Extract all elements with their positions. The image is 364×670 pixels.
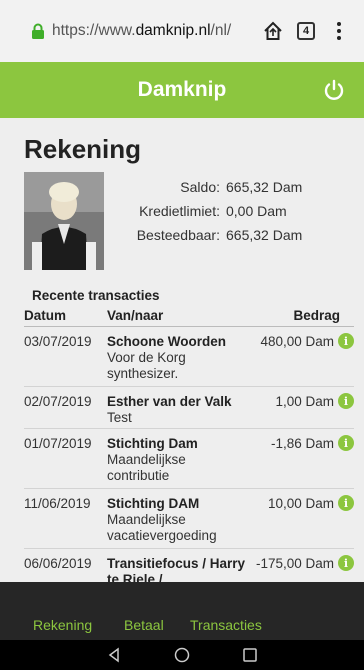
url-text: https://www.damknip.nl/nl/ (52, 22, 252, 40)
transaction-name: Esther van der Valk (107, 394, 232, 409)
transaction-name: Schoone Woorden (107, 334, 227, 349)
home-button[interactable] (262, 15, 285, 47)
home-icon (264, 21, 283, 40)
transaction-description: Test (107, 410, 132, 425)
tabs-button[interactable]: 4 (295, 15, 318, 47)
transaction-party: Transitiefocus / Harry te Riele / (107, 556, 247, 582)
transaction-date: 06/06/2019 (24, 556, 92, 571)
section-title: Recente transacties (32, 288, 160, 303)
info-icon[interactable]: i (338, 333, 354, 349)
tabs-icon: 4 (297, 22, 315, 40)
table-row[interactable]: 02/07/2019 Esther van der Valk Test 1,00… (24, 387, 354, 429)
lock-icon (32, 23, 44, 39)
bottom-navigation: Rekening Betaal Transacties (0, 582, 364, 640)
more-icon (336, 22, 341, 40)
column-amount: Bedrag (293, 308, 340, 323)
besteedbaar-label: Besteedbaar: (136, 227, 220, 243)
nav-rekening[interactable]: Rekening (33, 617, 92, 633)
transaction-party: Stichting Dam Maandelijkse contributie (107, 436, 247, 484)
recents-icon[interactable] (242, 647, 258, 663)
page-title: Rekening (24, 134, 142, 164)
transaction-description: Maandelijkse contributie (107, 452, 186, 483)
transaction-name: Stichting DAM (107, 496, 200, 511)
saldo-value: 665,32 Dam (226, 179, 303, 195)
transaction-description: Voor de Korg synthesizer. (107, 350, 186, 381)
app-header: Damknip (0, 62, 364, 118)
kredietlimiet-value: 0,00 Dam (226, 203, 287, 219)
table-row[interactable]: 06/06/2019 Transitiefocus / Harry te Rie… (24, 549, 354, 582)
column-party: Van/naar (107, 308, 164, 323)
transaction-party: Esther van der Valk Test (107, 394, 247, 426)
power-icon[interactable] (320, 76, 348, 104)
transaction-name: Transitiefocus / Harry te Riele / (107, 556, 246, 582)
table-row[interactable]: 03/07/2019 Schoone Woorden Voor de Korg … (24, 327, 354, 387)
back-icon[interactable] (106, 647, 122, 663)
url-prefix: https://www. (52, 22, 136, 39)
table-row[interactable]: 11/06/2019 Stichting DAM Maandelijkse va… (24, 489, 354, 549)
transaction-amount: 480,00 Dam (260, 334, 334, 349)
main-content[interactable]: Rekening Saldo: 665,32 Dam Kredietlimiet… (0, 118, 364, 582)
transaction-date: 03/07/2019 (24, 334, 92, 349)
transaction-party: Schoone Woorden Voor de Korg synthesizer… (107, 334, 247, 382)
besteedbaar-value: 665,32 Dam (226, 227, 303, 243)
address-bar[interactable]: https://www.damknip.nl/nl/ (30, 22, 252, 40)
url-path: /nl/ (210, 22, 232, 39)
app-title: Damknip (137, 78, 227, 101)
table-row[interactable]: 01/07/2019 Stichting Dam Maandelijkse co… (24, 429, 354, 489)
nav-transacties[interactable]: Transacties (190, 617, 262, 633)
url-domain: damknip.nl (135, 22, 211, 39)
transaction-date: 11/06/2019 (24, 496, 91, 511)
info-icon[interactable]: i (338, 393, 354, 409)
transaction-amount: 1,00 Dam (275, 394, 334, 409)
home-circle-icon[interactable] (174, 647, 190, 663)
transaction-date: 01/07/2019 (24, 436, 92, 451)
saldo-label: Saldo: (180, 179, 220, 195)
table-header: Datum Van/naar Bedrag (24, 308, 354, 326)
info-icon[interactable]: i (338, 495, 354, 511)
browser-toolbar: https://www.damknip.nl/nl/ 4 (0, 0, 364, 62)
info-icon[interactable]: i (338, 435, 354, 451)
transaction-description: Maandelijkse vacatievergoeding (107, 512, 217, 543)
nav-betaal[interactable]: Betaal (124, 617, 164, 633)
transaction-amount: -1,86 Dam (270, 436, 334, 451)
system-navigation (0, 640, 364, 670)
transaction-amount: -175,00 Dam (255, 556, 334, 571)
avatar (24, 172, 104, 270)
column-date: Datum (24, 308, 67, 323)
info-icon[interactable]: i (338, 555, 354, 571)
transaction-party: Stichting DAM Maandelijkse vacatievergoe… (107, 496, 247, 544)
transaction-date: 02/07/2019 (24, 394, 92, 409)
kredietlimiet-label: Kredietlimiet: (139, 203, 220, 219)
transaction-name: Stichting Dam (107, 436, 198, 451)
transaction-amount: 10,00 Dam (267, 496, 334, 511)
menu-button[interactable] (327, 15, 350, 47)
